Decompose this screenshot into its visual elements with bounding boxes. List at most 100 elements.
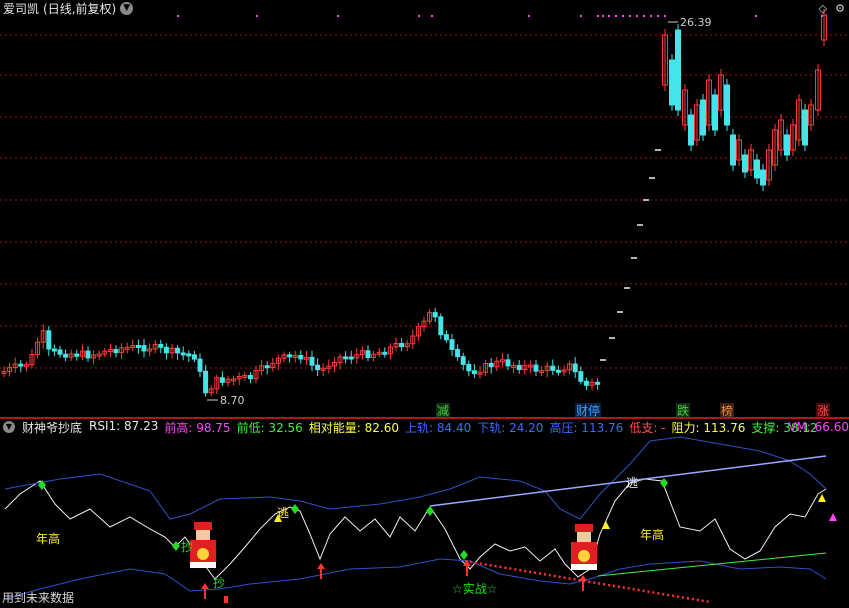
candle-body <box>186 353 192 357</box>
candle-body <box>724 84 730 126</box>
signal-dot <box>256 15 258 17</box>
period-info: (日线,前复权) <box>43 1 117 16</box>
high-price-label: 26.39 <box>680 16 712 29</box>
signal-dot <box>643 15 645 17</box>
candle-body <box>287 354 293 358</box>
yellow-triangle-marker <box>818 494 826 502</box>
indicator-item: 高压: 113.76 <box>549 420 624 435</box>
candle-body <box>57 349 63 355</box>
candle-body <box>555 369 561 373</box>
candle-body <box>516 364 522 371</box>
signal-dot <box>337 15 339 17</box>
indicator-chart[interactable]: 年高 年高逃逃抄抄 ☆实战☆ <box>0 419 849 608</box>
candle-body <box>688 114 694 146</box>
candle-body <box>700 99 706 136</box>
signal-dot <box>755 15 757 17</box>
indicator-header: ▼ 财神爷抄底 RSI1: 87.23 前高: 98.75 前低: 32.56 相对能… <box>3 419 818 435</box>
candle-body <box>158 343 164 348</box>
signal-dot <box>664 15 666 17</box>
chart-title: 爱司凯 (日线,前复权) ▼ <box>3 0 134 16</box>
candle-body <box>85 350 91 359</box>
indicator-pane[interactable]: 年高 年高逃逃抄抄 ☆实战☆ ▼ 财神爷抄底 RSI1: 87.23 前高: 98.7… <box>0 419 849 608</box>
gear-icon[interactable]: ⚙ <box>835 2 845 15</box>
signal-dot <box>418 15 420 17</box>
candle-body <box>712 94 718 131</box>
icon-base <box>571 564 597 570</box>
candle-body <box>443 334 449 341</box>
candle-body <box>264 365 270 369</box>
candle-body <box>113 349 119 354</box>
indicator-item: 前低: 32.56 <box>236 420 303 435</box>
stock-name: 爱司凯 <box>3 1 40 16</box>
candle-body <box>550 365 556 371</box>
indicator-item: 前高: 98.75 <box>164 420 231 435</box>
icon-money-bag <box>197 548 209 560</box>
candle-body <box>572 363 578 373</box>
icon-money-bag <box>578 550 590 562</box>
candle-body <box>802 109 808 146</box>
tag-label: 涨 <box>817 403 829 417</box>
candle-body <box>455 348 461 358</box>
icon-base <box>190 562 216 568</box>
candle-body <box>488 362 494 368</box>
signal-dot <box>629 15 631 17</box>
icon-hat <box>575 524 593 532</box>
dip-label: 抄 <box>181 540 193 554</box>
chart-window: 26.39 8.70 减 财停 跌 榜 涨 爱司凯 (日线,前复权) ▼ ◇ ⚙ 年高 年高 逃… <box>0 0 849 608</box>
candlestick-chart[interactable]: 26.39 8.70 减 财停 跌 榜 涨 <box>0 0 849 418</box>
indicator-item: 低支: - <box>629 420 666 435</box>
support-trendline <box>597 552 827 577</box>
candle-body <box>784 134 790 156</box>
green-diamond-marker <box>291 504 299 514</box>
indicator-item: 阻力: 113.76 <box>671 420 746 435</box>
tag-label: 榜 <box>721 403 733 417</box>
indicator-item: 上轨: 84.40 <box>405 420 472 435</box>
magenta-triangle-marker <box>829 513 837 521</box>
candle-body <box>365 350 371 359</box>
candle-body <box>343 356 349 360</box>
candle-body <box>382 351 388 355</box>
candle-body <box>197 358 203 372</box>
candle-body <box>309 356 315 366</box>
candle-body <box>175 347 181 354</box>
tag-label: 跌 <box>677 403 689 417</box>
green-diamond-marker <box>426 506 434 516</box>
low-price-label: 8.70 <box>220 394 245 407</box>
signal-dot <box>597 15 599 17</box>
signal-dot <box>528 15 530 17</box>
candlestick-pane[interactable]: 26.39 8.70 减 财停 跌 榜 涨 爱司凯 (日线,前复权) ▼ ◇ ⚙ <box>0 0 849 418</box>
buy-arrow-head <box>317 563 325 569</box>
escape-label: 逃 <box>277 506 289 520</box>
chevron-down-icon[interactable]: ▼ <box>120 1 134 15</box>
signal-dot <box>636 15 638 17</box>
tag-label: 减 <box>437 404 449 417</box>
candle-body <box>438 316 444 336</box>
candle-body <box>298 354 304 360</box>
icon-face <box>196 530 210 540</box>
candle-body <box>595 381 601 385</box>
escape-label: 逃 <box>626 476 638 490</box>
candle-body <box>399 342 405 348</box>
signal-dot <box>608 15 610 17</box>
green-diamond-marker <box>460 550 468 560</box>
candle-body <box>191 354 197 360</box>
indicator-item: 相对能量: 82.60 <box>308 420 400 435</box>
candle-body <box>135 344 141 348</box>
diamond-icon[interactable]: ◇ <box>819 2 827 15</box>
candle-body <box>669 59 675 106</box>
chevron-down-icon[interactable]: ▼ <box>3 421 15 433</box>
vm-value: VM: 66.60 <box>788 420 849 434</box>
candle-body <box>203 370 209 394</box>
candle-body <box>63 353 69 358</box>
indicator-name[interactable]: 财神爷抄底 <box>22 419 82 436</box>
green-diamond-marker <box>660 478 668 488</box>
candle-body <box>163 346 169 354</box>
indicator-item: 下轨: 24.20 <box>477 420 544 435</box>
future-data-note: 用到未来数据 <box>2 591 75 605</box>
signal-dot <box>615 15 617 17</box>
signal-dot <box>602 15 604 17</box>
candle-body <box>754 159 760 179</box>
candle-body <box>74 353 80 357</box>
signal-dot <box>177 15 179 17</box>
signal-dot <box>657 15 659 17</box>
